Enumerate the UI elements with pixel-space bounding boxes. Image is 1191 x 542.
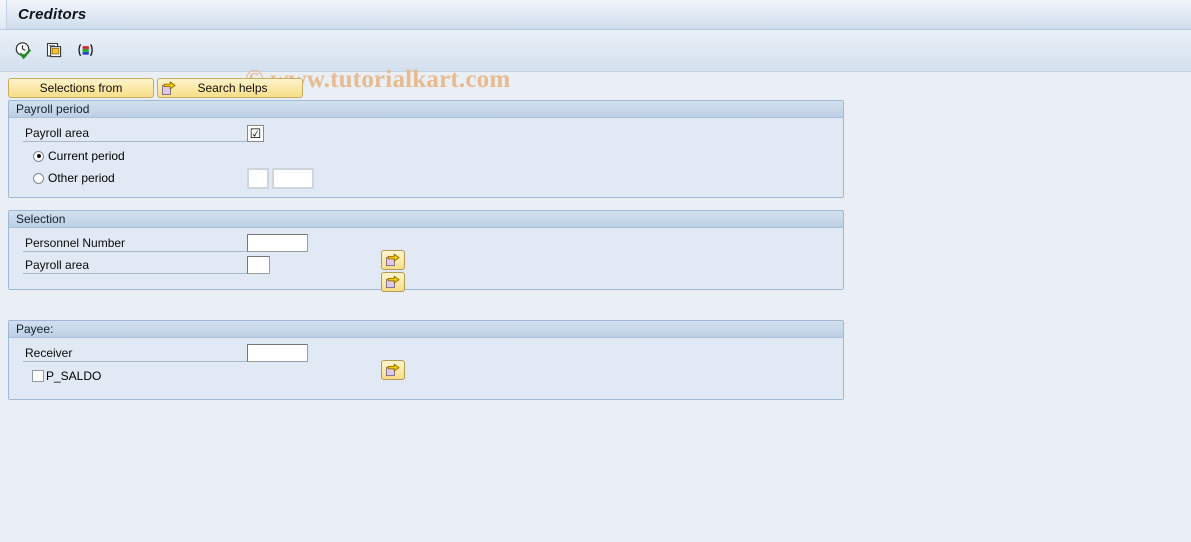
selection-header: Selection — [9, 211, 843, 228]
p-saldo-checkbox[interactable] — [32, 370, 44, 382]
payee-body: Receiver P_SALDO — [9, 338, 843, 399]
selection-body: Personnel Number Payroll area — [9, 228, 843, 292]
payroll-area-selection-label: Payroll area — [23, 257, 247, 274]
page-title: Creditors — [18, 6, 87, 23]
payroll-area-row: Payroll area ☑ — [23, 124, 264, 142]
personnel-number-label: Personnel Number — [23, 235, 247, 252]
payroll-area-selection-input[interactable] — [247, 256, 270, 274]
p-saldo-label: P_SALDO — [46, 369, 102, 383]
receiver-label: Receiver — [23, 345, 247, 362]
receiver-multi-select-button[interactable] — [381, 360, 405, 380]
other-period-radio[interactable] — [33, 172, 44, 184]
p-saldo-checkbox-row[interactable]: P_SALDO — [32, 369, 101, 383]
personnel-number-input[interactable] — [247, 234, 308, 252]
selection-section: Selection Personnel Number Payroll area — [8, 210, 844, 292]
toolbar-icon-group — [12, 39, 96, 61]
title-accent-bar — [0, 0, 7, 29]
execute-clock-icon[interactable] — [12, 39, 34, 61]
other-period-input-2[interactable] — [272, 168, 314, 189]
payroll-period-section: Payroll period Payroll area ☑ Current pe… — [8, 100, 844, 198]
window-title-bar: Creditors — [0, 0, 1191, 30]
receiver-input[interactable] — [247, 344, 308, 362]
payroll-area-selection-row: Payroll area — [23, 256, 270, 274]
search-helps-button[interactable]: Search helps — [157, 78, 303, 98]
copy-variant-icon[interactable] — [43, 39, 65, 61]
application-toolbar: © www.tutorialkart.com — [0, 30, 1191, 93]
receiver-row: Receiver — [23, 344, 308, 362]
other-period-radio-row[interactable]: Other period — [33, 171, 115, 185]
personnel-number-multi-select-button[interactable] — [381, 250, 405, 270]
selection-button-row: Selections from Search helps — [8, 78, 303, 98]
payee-header: Payee: — [9, 321, 843, 338]
payroll-area-value-field[interactable]: ☑ — [247, 124, 264, 142]
payroll-area-multi-select-button[interactable] — [381, 272, 405, 292]
search-helps-label: Search helps — [197, 81, 268, 95]
color-legend-icon[interactable] — [74, 39, 96, 61]
payee-section: Payee: Receiver P_SALDO — [8, 320, 844, 400]
selections-from-button[interactable]: Selections from — [8, 78, 154, 98]
selections-from-label: Selections from — [39, 81, 123, 95]
current-period-radio-row[interactable]: Current period — [33, 149, 125, 163]
current-period-radio[interactable] — [33, 150, 44, 162]
personnel-number-row: Personnel Number — [23, 234, 308, 252]
payroll-area-label: Payroll area — [23, 125, 247, 142]
payroll-period-body: Payroll area ☑ Current period Other peri… — [9, 118, 843, 197]
other-period-label: Other period — [48, 171, 115, 185]
current-period-label: Current period — [48, 149, 125, 163]
payroll-period-header: Payroll period — [9, 101, 843, 118]
yellow-arrow-document-icon — [161, 80, 177, 96]
other-period-input-1[interactable] — [247, 168, 269, 189]
